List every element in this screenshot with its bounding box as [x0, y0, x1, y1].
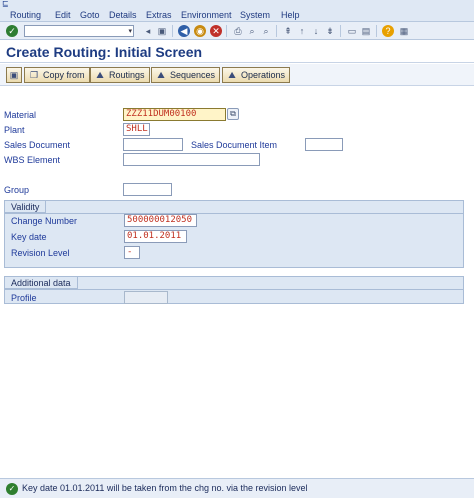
key-date-label: Key date [11, 232, 47, 242]
menu-environment[interactable]: Environment [181, 10, 232, 21]
group-divider [5, 289, 463, 290]
page-title: Create Routing: Initial Screen [6, 44, 203, 60]
group-input[interactable] [123, 183, 172, 196]
revision-level-input[interactable]: - [124, 246, 140, 259]
application-toolbar: ▣ ❐ Copy from ⛰ Routings ⛰ Sequences ⛰ O… [0, 64, 474, 86]
plant-label: Plant [4, 125, 25, 135]
sales-document-label: Sales Document [4, 140, 71, 150]
next-page-icon[interactable]: ↓ [310, 25, 322, 37]
plant-input[interactable]: SHLL [123, 123, 150, 136]
print-icon[interactable]: ⎙ [232, 25, 244, 37]
material-search-help-icon[interactable]: ⧉ [227, 108, 239, 120]
operations-button[interactable]: ⛰ Operations [222, 67, 291, 83]
title-area: Create Routing: Initial Screen [0, 41, 474, 63]
menu-details[interactable]: Details [109, 10, 137, 21]
system-menu-icon[interactable]: ⊑ [2, 0, 10, 8]
material-label: Material [4, 110, 37, 120]
copy-icon: ❐ [29, 70, 39, 80]
save-icon[interactable]: ▣ [156, 25, 168, 37]
sequences-label: Sequences [170, 70, 216, 80]
operations-label: Operations [241, 70, 286, 80]
mountain-icon: ⛰ [228, 70, 236, 80]
change-number-label: Change Number [11, 216, 78, 226]
layout-menu-icon[interactable]: ▦ [398, 25, 410, 37]
help-icon[interactable]: ? [382, 25, 394, 37]
cancel-icon[interactable]: ✕ [210, 25, 222, 37]
toolbar-separator [276, 25, 277, 37]
find-icon[interactable]: ⌕ [246, 25, 258, 37]
menu-help[interactable]: Help [281, 10, 300, 21]
back-icon[interactable]: ◀ [178, 25, 190, 37]
toolbar-separator [226, 25, 227, 37]
window-title-bar: ⊑ [0, 0, 474, 9]
display-button[interactable]: ▣ [6, 67, 22, 83]
exit-icon[interactable]: ◉ [194, 25, 206, 37]
menu-bar: Routing Edit Goto Details Extras Environ… [0, 9, 474, 22]
wbs-element-input[interactable] [123, 153, 260, 166]
sales-document-input[interactable] [123, 138, 183, 151]
wbs-element-label: WBS Element [4, 155, 61, 165]
material-input[interactable]: ZZZ11DUM00100 [123, 108, 226, 121]
status-bar: ✓ Key date 01.01.2011 will be taken from… [0, 478, 474, 498]
profile-input [124, 291, 168, 304]
menu-goto[interactable]: Goto [80, 10, 100, 21]
mountain-icon: ⛰ [157, 70, 165, 80]
sales-document-item-input[interactable] [305, 138, 343, 151]
first-page-icon[interactable]: ⇞ [282, 25, 294, 37]
history-back-icon[interactable]: ◂ [142, 25, 154, 37]
additional-data-group-title: Additional data [5, 277, 78, 289]
menu-routing[interactable]: Routing [10, 10, 41, 21]
standard-toolbar: ✓ ▾ ◂ ▣ ◀ ◉ ✕ ⎙ ⌕ ⌕ ⇞ ↑ ↓ ⇟ ▭ ▤ ? ▦ [0, 22, 474, 40]
toolbar-separator [340, 25, 341, 37]
validity-group-title: Validity [5, 201, 47, 213]
mountain-icon: ⛰ [96, 70, 104, 80]
status-message[interactable]: Key date 01.01.2011 will be taken from t… [22, 483, 308, 493]
copy-from-label: Copy from [43, 70, 85, 80]
success-icon: ✓ [6, 483, 18, 495]
find-next-icon[interactable]: ⌕ [260, 25, 272, 37]
previous-page-icon[interactable]: ↑ [296, 25, 308, 37]
menu-system[interactable]: System [240, 10, 270, 21]
group-divider [5, 213, 463, 214]
profile-label: Profile [11, 293, 37, 303]
display-icon: ▣ [9, 70, 19, 80]
menu-extras[interactable]: Extras [146, 10, 172, 21]
change-number-input[interactable]: 500000012050 [124, 214, 197, 227]
last-page-icon[interactable]: ⇟ [324, 25, 336, 37]
enter-icon[interactable]: ✓ [6, 25, 18, 37]
menu-edit[interactable]: Edit [55, 10, 71, 21]
new-session-icon[interactable]: ▭ [346, 25, 358, 37]
sales-document-item-label: Sales Document Item [191, 140, 278, 150]
routings-button[interactable]: ⛰ Routings [90, 67, 150, 83]
shortcut-icon[interactable]: ▤ [360, 25, 372, 37]
key-date-input[interactable]: 01.01.2011 [124, 230, 187, 243]
group-label: Group [4, 185, 30, 195]
additional-data-group: Additional data Profile [4, 276, 464, 304]
sequences-button[interactable]: ⛰ Sequences [151, 67, 221, 83]
command-field[interactable]: ▾ [24, 25, 134, 37]
revision-level-label: Revision Level [11, 248, 70, 258]
validity-group: Validity Change Number 500000012050 Key … [4, 200, 464, 268]
toolbar-separator [376, 25, 377, 37]
command-dropdown-icon[interactable]: ▾ [128, 27, 132, 35]
routings-label: Routings [109, 70, 145, 80]
toolbar-separator [172, 25, 173, 37]
copy-from-button[interactable]: ❐ Copy from [24, 67, 90, 83]
